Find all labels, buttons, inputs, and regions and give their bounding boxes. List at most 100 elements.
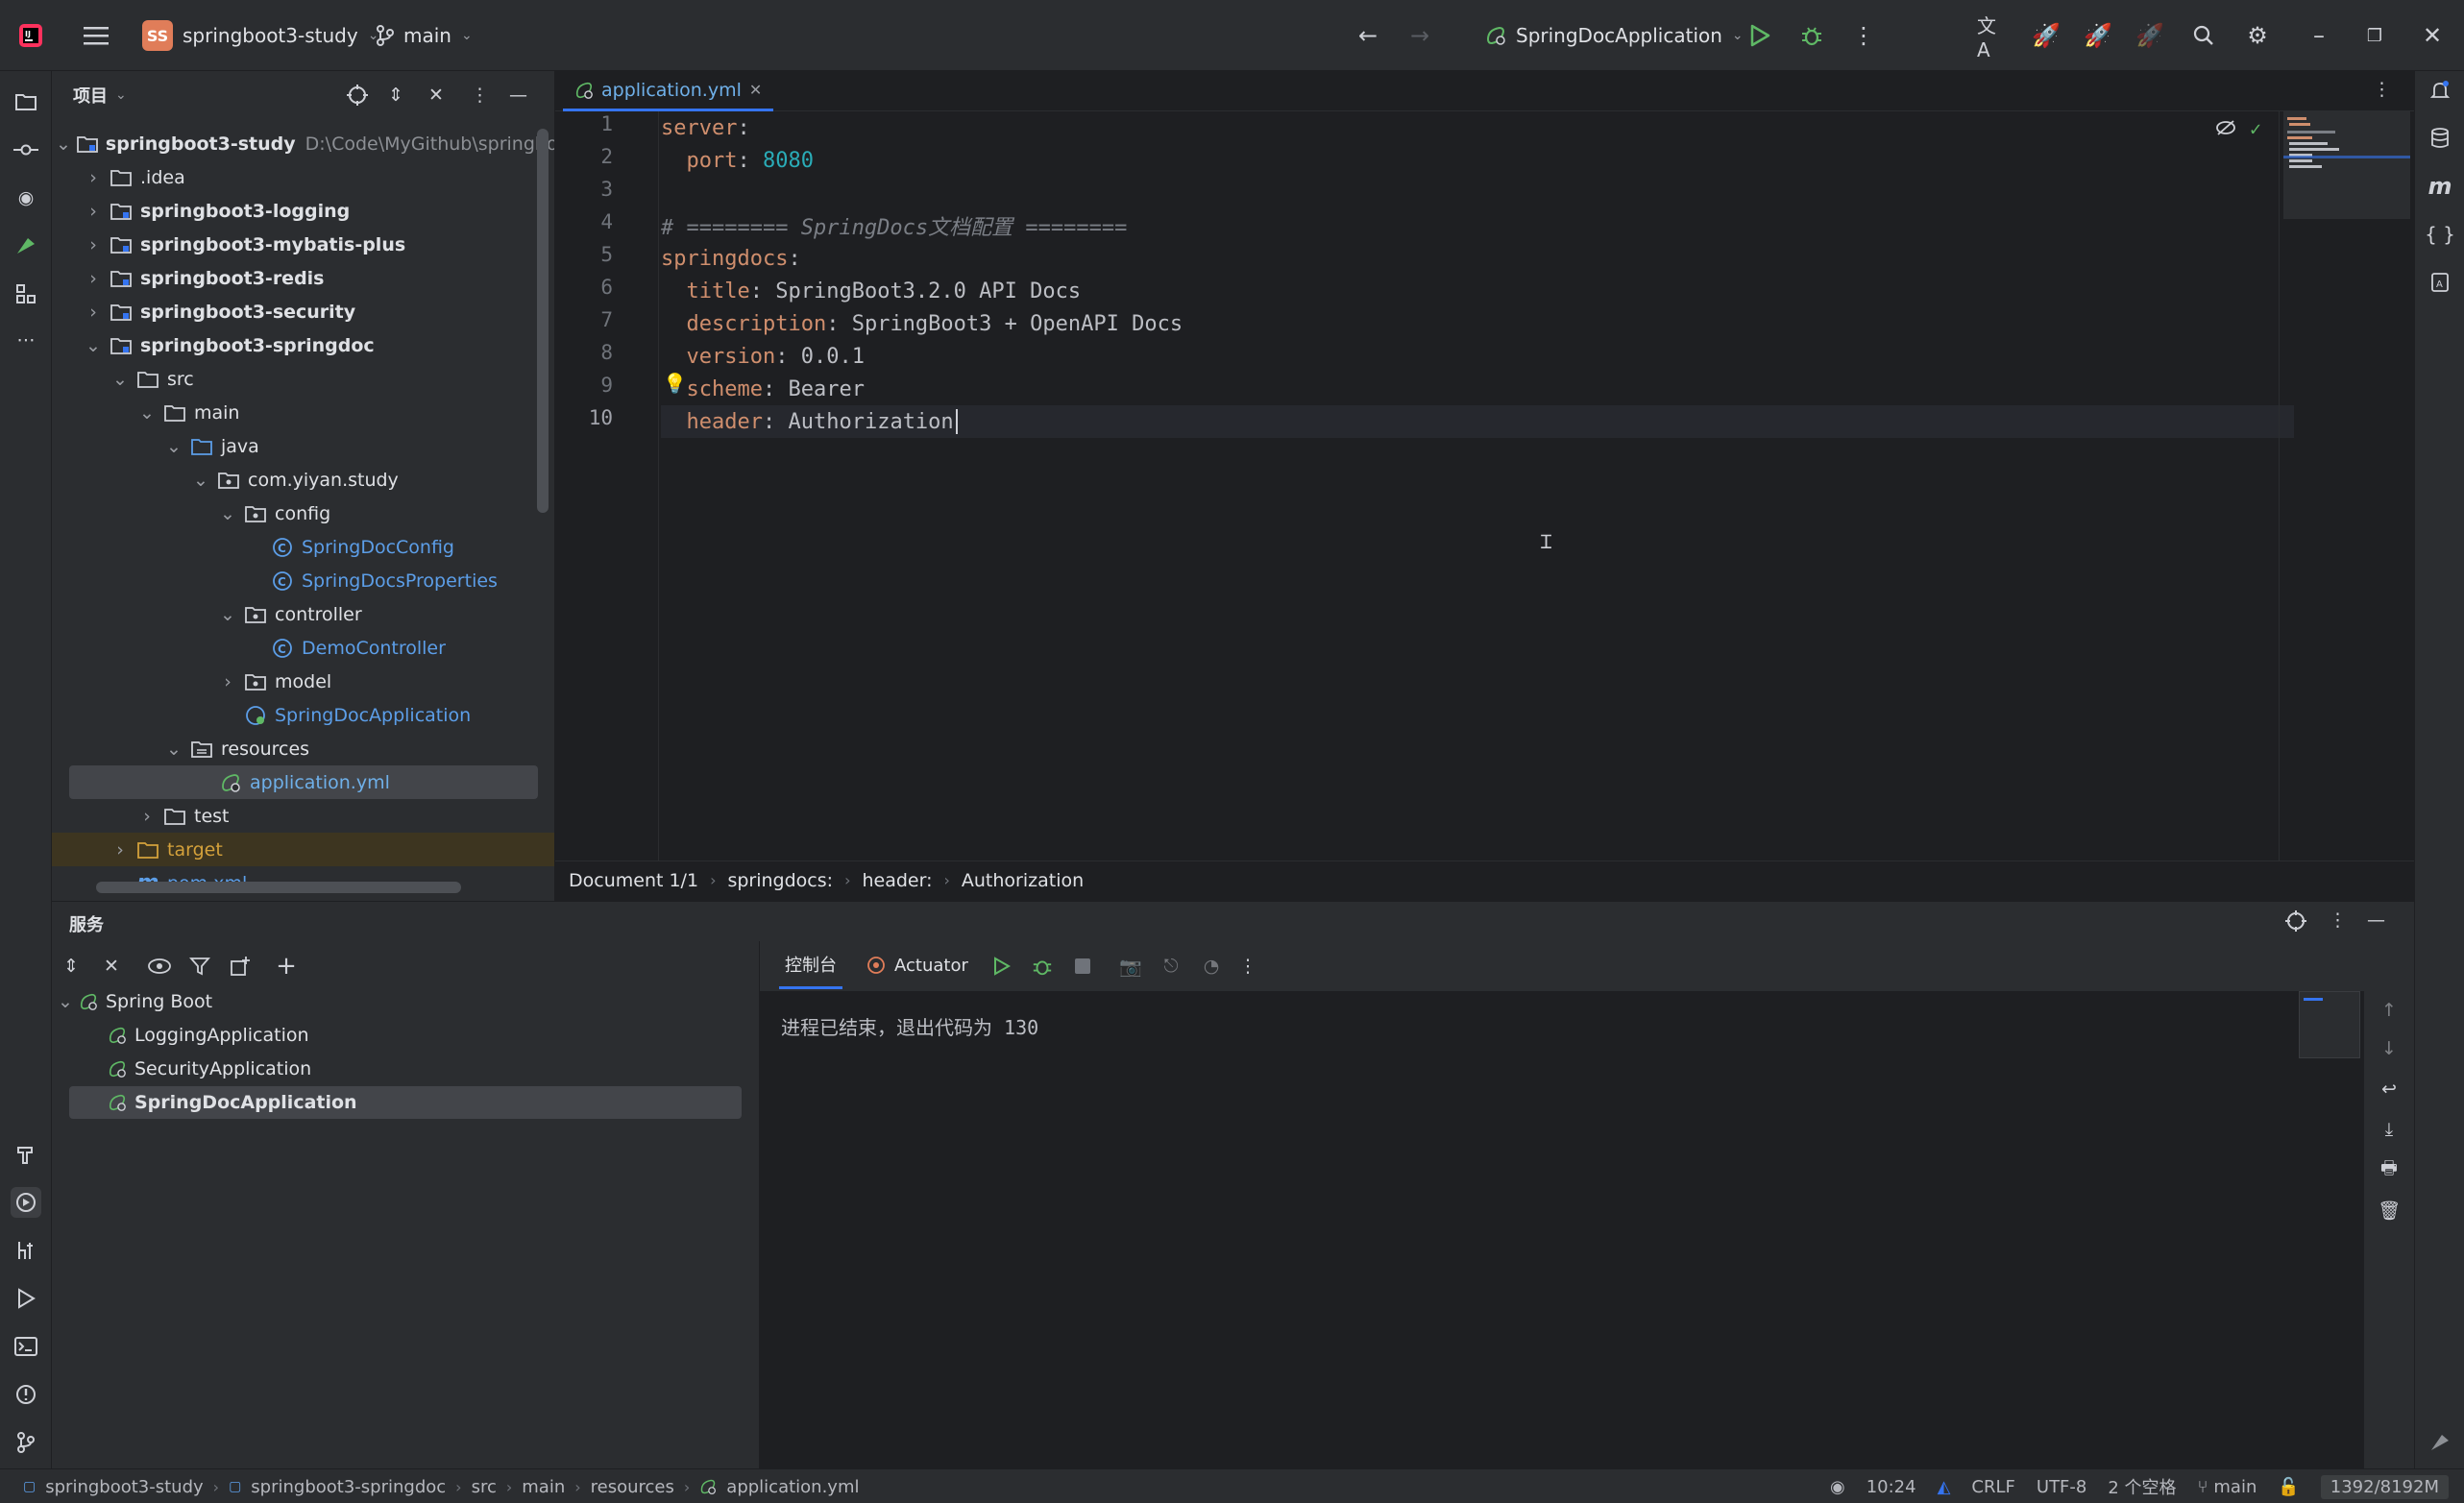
services-icon[interactable] [11,1187,41,1218]
tree-item-springdoc[interactable]: ⌄ springboot3-springdoc [52,328,542,362]
filter-icon[interactable] [186,953,213,980]
tree-item-controller[interactable]: ⌄ controller [52,597,542,631]
translation-icon[interactable]: A [2425,267,2455,298]
service-group-spring-boot[interactable]: ⌄ Spring Boot [52,985,724,1018]
tree-item-springdocsproperties[interactable]: C SpringDocsProperties [52,564,542,597]
expand-all-icon[interactable]: ⇕ [58,953,85,980]
service-springdoc-application[interactable]: SpringDocApplication [69,1086,742,1119]
status-crumb[interactable]: application.yml [726,1477,859,1497]
status-crumb[interactable]: resources [591,1477,674,1497]
file-encoding[interactable]: UTF-8 [2037,1477,2086,1497]
chevron-down-icon[interactable]: ⌄ [52,991,79,1012]
tree-item-mybatis-plus[interactable]: › springboot3-mybatis-plus [52,228,542,261]
console-output-area[interactable]: 进程已结束，退出代码为 130 [760,991,2364,1468]
locate-target-icon[interactable] [346,84,369,107]
git-icon[interactable] [11,1427,41,1458]
rocket-deploy-icon[interactable]: 🚀 [2083,20,2113,51]
print-icon[interactable]: 🖶 [2376,1156,2403,1183]
trash-icon[interactable]: 🗑 [2376,1197,2403,1224]
terminal-icon[interactable] [11,1331,41,1362]
database-icon[interactable] [2425,123,2455,154]
service-logging-application[interactable]: LoggingApplication [108,1019,780,1052]
eye-icon[interactable] [146,953,173,980]
tree-item-main[interactable]: ⌄ main [52,396,542,429]
breadcrumb-document[interactable]: Document 1/1 [569,870,698,891]
status-crumb[interactable]: springboot3-springdoc [251,1477,446,1497]
debug-icon[interactable] [1796,20,1827,51]
chevron-right-icon[interactable]: › [136,806,158,827]
chevron-down-icon[interactable]: ⌄ [83,335,104,356]
run-config-selector[interactable]: SpringDocApplication ⌄ [1485,0,1744,71]
breadcrumb-springdocs[interactable]: springdocs: [727,870,833,891]
scroll-to-end-icon[interactable]: ⤓ [2376,1116,2403,1143]
more-tools-icon[interactable]: ⋯ [11,325,41,355]
add-service-icon[interactable]: + [273,952,300,981]
close-tab-icon[interactable]: ✕ [749,81,762,99]
settings-gear-icon[interactable]: ⚙ [2242,20,2273,51]
main-menu-icon[interactable] [81,20,111,51]
chevron-right-icon[interactable]: › [110,839,131,861]
chevron-down-icon[interactable]: ⌄ [217,604,238,625]
tree-item-java[interactable]: ⌄ java [52,429,542,463]
tree-item-root[interactable]: ⌄ springboot3-study D:\Code\MyGithub\spr… [52,127,554,160]
json-braces-icon[interactable]: { } [2425,219,2455,250]
minimize-icon[interactable]: – [2304,20,2334,51]
tree-item-redis[interactable]: › springboot3-redis [52,261,542,295]
collapse-all-icon[interactable]: ✕ [428,85,444,106]
ai-assistant-icon[interactable]: ◭ [1938,1477,1951,1497]
commit-icon[interactable] [11,134,41,165]
tab-console[interactable]: 控制台 [779,941,842,989]
tree-item-resources[interactable]: ⌄ resources [52,732,542,765]
maven-tool-icon[interactable]: m [2425,171,2455,202]
jrebel-icon[interactable] [11,230,41,261]
chevron-down-icon[interactable]: ⌄ [110,369,131,390]
structure-icon[interactable] [11,279,41,309]
memory-indicator[interactable]: 1392/8192M [2320,1474,2449,1499]
build-hammer-icon[interactable] [11,1139,41,1170]
breadcrumb-header[interactable]: header: [862,870,932,891]
rocket-icon[interactable]: 🚀 [2031,20,2061,51]
chevron-right-icon[interactable]: › [83,302,104,323]
chevron-down-icon[interactable]: ⌄ [56,133,71,155]
chevron-down-icon[interactable]: ⌄ [163,739,184,760]
tab-options-icon[interactable]: ⋮ [2373,79,2391,100]
tree-item-idea[interactable]: › .idea [52,160,542,194]
tree-item-target[interactable]: › target [52,833,554,866]
status-crumb[interactable]: springboot3-study [45,1477,203,1497]
tree-item-democontroller[interactable]: C DemoController [52,631,542,665]
tree-item-springdocconfig[interactable]: C SpringDocConfig [52,530,542,564]
jrebel-panel-icon[interactable] [2425,1427,2455,1458]
code-editor[interactable]: 1 2 3 4 5 6 7 8 9 10 server: port: 8080 … [555,111,2414,861]
debug-icon[interactable] [1029,953,1056,980]
lightbulb-icon[interactable]: 💡 [663,372,687,395]
console-minimap[interactable] [2299,991,2360,1058]
chevron-right-icon[interactable]: › [83,201,104,222]
project-scrollbar[interactable] [537,129,549,513]
rerun-icon[interactable] [988,953,1015,980]
tree-item-model[interactable]: › model [52,665,542,698]
restore-icon[interactable]: ❐ [2359,20,2390,51]
branch-switcher[interactable]: main ⌄ [377,0,473,71]
status-crumb[interactable]: src [472,1477,497,1497]
chevron-down-icon[interactable]: ⌄ [115,87,127,103]
maven-icon[interactable] [11,1235,41,1266]
breadcrumb-value[interactable]: Authorization [962,870,1084,891]
tree-item-logging[interactable]: › springboot3-logging [52,194,542,228]
more-actions-icon[interactable]: ⋮ [1234,953,1261,980]
tree-item-config[interactable]: ⌄ config [52,497,542,530]
tree-item-package[interactable]: ⌄ com.yiyan.study [52,463,542,497]
options-icon[interactable]: ⋮ [471,85,489,106]
chevron-down-icon[interactable]: ⌄ [190,470,211,491]
chevron-down-icon[interactable]: ⌄ [136,402,158,424]
run-icon[interactable] [1744,20,1775,51]
scroll-up-icon[interactable]: ↑ [2376,997,2403,1024]
copilot-status-icon[interactable]: ◉ [1830,1477,1845,1497]
soft-wrap-icon[interactable]: ↩ [2376,1076,2403,1103]
options-icon[interactable]: ⋮ [2329,909,2347,931]
collapse-all-icon[interactable]: ✕ [98,953,125,980]
intellij-logo-icon[interactable]: IJ [15,20,46,51]
status-crumb[interactable]: main [522,1477,565,1497]
hide-panel-icon[interactable]: — [2367,909,2385,931]
hide-panel-icon[interactable]: — [509,85,527,106]
tree-item-test[interactable]: › test [52,799,542,833]
